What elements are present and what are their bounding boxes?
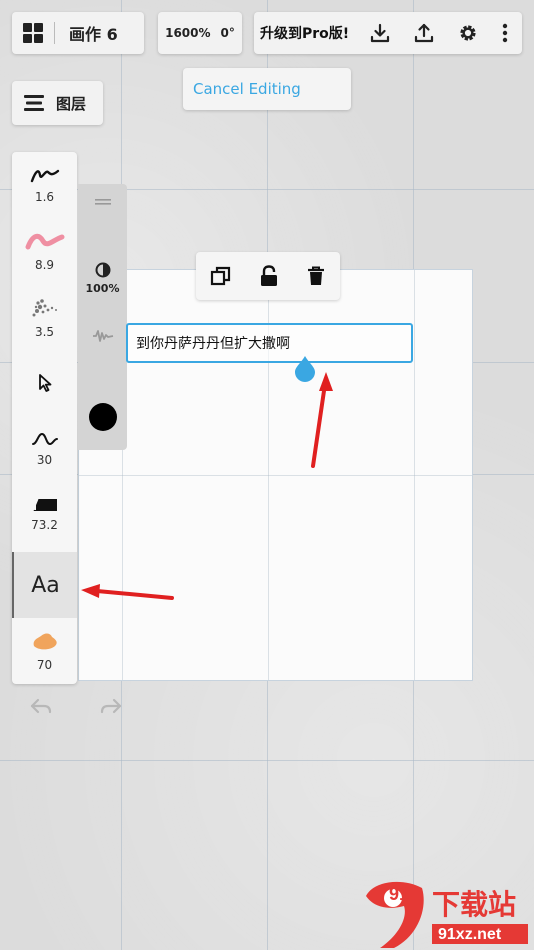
text-tool[interactable]: Aa [12,552,77,618]
blender-value: 70 [36,658,53,672]
text-object-toolbar [196,252,340,300]
brush-size: 8.9 [34,258,55,272]
redo-icon[interactable] [100,698,122,714]
cursor-arrow-icon [38,374,51,392]
zoom-level: 1600% [165,26,211,40]
eraser-tool[interactable]: 73.2 [12,482,77,548]
text-resize-handle[interactable] [293,355,317,383]
pen-size: 1.6 [34,190,55,204]
tool-palette: 1.6 8.9 3.5 30 73.2 Aa 70 [12,152,77,684]
document-header: 画作 6 [12,12,144,54]
smoothing-value: 30 [36,453,53,467]
smoothing-tool[interactable]: 30 [12,416,77,482]
texture-brush-icon [32,299,57,317]
document-title[interactable]: 画作 6 [55,21,118,45]
site-watermark: 91 下载站 91xz.net [360,878,534,950]
undo-icon[interactable] [30,698,52,714]
panel-drag-handle[interactable] [78,198,127,206]
duplicate-icon[interactable] [210,265,232,287]
brush-options-panel: 100% [78,184,127,450]
texture-brush-tool[interactable]: 3.5 [12,284,77,350]
history-controls [30,698,122,714]
gallery-grid-icon[interactable] [12,12,54,54]
blender-tool[interactable]: 70 [12,618,77,684]
smoothing-curve-icon [31,432,58,446]
canvas-gridline [79,475,472,476]
blender-blob-icon [33,633,57,650]
pen-tool[interactable]: 1.6 [12,152,77,218]
action-toolbar: 升级到Pro版! [254,12,522,54]
upgrade-pro-button[interactable]: 升级到Pro版! [254,23,358,43]
eraser-size: 73.2 [31,518,58,532]
text-content: 到你丹萨丹丹但扩大撒啊 [136,336,290,352]
trash-icon[interactable] [306,265,326,287]
watermark-logo: 91 下载站 91xz.net [366,881,528,948]
color-picker[interactable] [78,403,127,431]
brush-tool[interactable]: 8.9 [12,218,77,284]
settings-gear-icon[interactable] [446,12,490,54]
layers-icon [24,95,44,111]
canvas-gridline [0,760,534,761]
text-tool-label: Aa [31,572,60,598]
watermark-site-cn: 下载站 [432,888,516,921]
eraser-icon [32,498,57,512]
unlock-icon[interactable] [259,265,279,287]
download-icon[interactable] [358,12,402,54]
more-vertical-icon[interactable] [490,12,520,54]
layers-label: 图层 [56,94,87,113]
opacity-control[interactable]: 100% [78,262,127,295]
texture-size: 3.5 [34,325,55,339]
text-input-box[interactable]: 到你丹萨丹丹但扩大撒啊 [126,323,413,363]
pressure-control[interactable] [78,328,127,344]
current-color-swatch[interactable] [88,403,117,431]
select-tool[interactable] [12,350,77,416]
opacity-value: 100% [85,282,120,295]
watermark-site-url: 91xz.net [438,926,502,943]
brush-stroke-icon [25,233,64,250]
pen-stroke-icon [30,169,59,183]
share-upload-icon[interactable] [402,12,446,54]
layers-button[interactable]: 图层 [12,81,103,125]
zoom-rotation-indicator[interactable]: 1600% 0° [158,12,242,54]
rotation-angle: 0° [220,26,235,40]
watermark-logo-text: 91 [389,884,409,904]
opacity-contrast-icon [95,262,110,278]
cancel-editing-button[interactable]: Cancel Editing [183,68,351,110]
pressure-wave-icon [92,330,113,342]
